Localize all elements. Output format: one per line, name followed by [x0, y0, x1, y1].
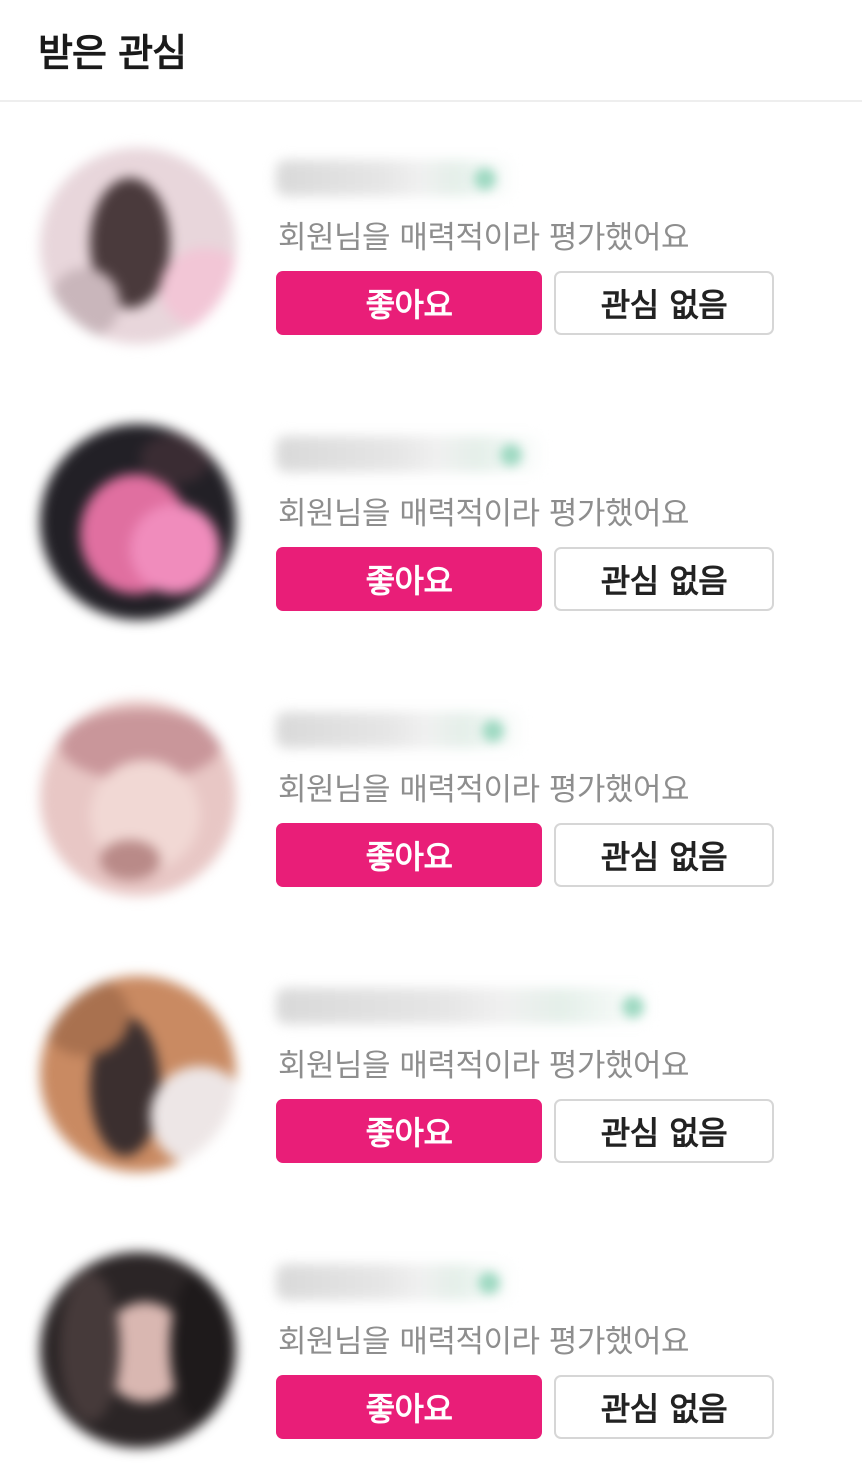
avatar-photo-tone	[50, 268, 120, 338]
not-interested-button[interactable]: 관심 없음	[554, 547, 774, 611]
avatar-photo-tone	[60, 1272, 120, 1422]
like-button[interactable]: 좋아요	[276, 1375, 542, 1439]
list-item: 회원님을 매력적이라 평가했어요 좋아요 관심 없음	[0, 102, 862, 378]
not-interested-button[interactable]: 관심 없음	[554, 1375, 774, 1439]
interest-message: 회원님을 매력적이라 평가했어요	[278, 220, 690, 256]
interest-message: 회원님을 매력적이라 평가했어요	[278, 1324, 690, 1360]
like-button[interactable]: 좋아요	[276, 1099, 542, 1163]
not-interested-button[interactable]: 관심 없음	[554, 271, 774, 335]
list-item: 회원님을 매력적이라 평가했어요 좋아요 관심 없음	[0, 378, 862, 654]
list-item: 회원님을 매력적이라 평가했어요 좋아요 관심 없음	[0, 654, 862, 930]
online-status-dot	[478, 1272, 500, 1294]
not-interested-button[interactable]: 관심 없음	[554, 823, 774, 887]
like-button[interactable]: 좋아요	[276, 823, 542, 887]
page-title: 받은 관심	[38, 31, 187, 75]
interest-message: 회원님을 매력적이라 평가했어요	[278, 772, 690, 808]
avatar-photo-tone	[100, 840, 160, 880]
like-button[interactable]: 좋아요	[276, 271, 542, 335]
online-status-dot	[622, 996, 644, 1018]
online-status-dot	[474, 168, 496, 190]
list-item: 회원님을 매력적이라 평가했어요 좋아요 관심 없음	[0, 1206, 862, 1482]
avatar[interactable]	[40, 424, 236, 620]
online-status-dot	[482, 720, 504, 742]
avatar-photo-tone	[170, 1272, 230, 1422]
online-status-dot	[500, 444, 522, 466]
not-interested-button[interactable]: 관심 없음	[554, 1099, 774, 1163]
list-item: 회원님을 매력적이라 평가했어요 좋아요 관심 없음	[0, 930, 862, 1206]
interest-message: 회원님을 매력적이라 평가했어요	[278, 496, 690, 532]
username-blurred	[276, 988, 656, 1024]
avatar[interactable]	[40, 1252, 236, 1448]
interest-message: 회원님을 매력적이라 평가했어요	[278, 1048, 690, 1084]
avatar-photo-tone	[40, 976, 130, 1056]
avatar[interactable]	[40, 700, 236, 896]
avatar-photo-tone	[130, 504, 220, 594]
like-button[interactable]: 좋아요	[276, 547, 542, 611]
header: 받은 관심	[0, 0, 862, 102]
avatar[interactable]	[40, 148, 236, 344]
avatar-photo-tone	[140, 434, 210, 484]
avatar[interactable]	[40, 976, 236, 1172]
